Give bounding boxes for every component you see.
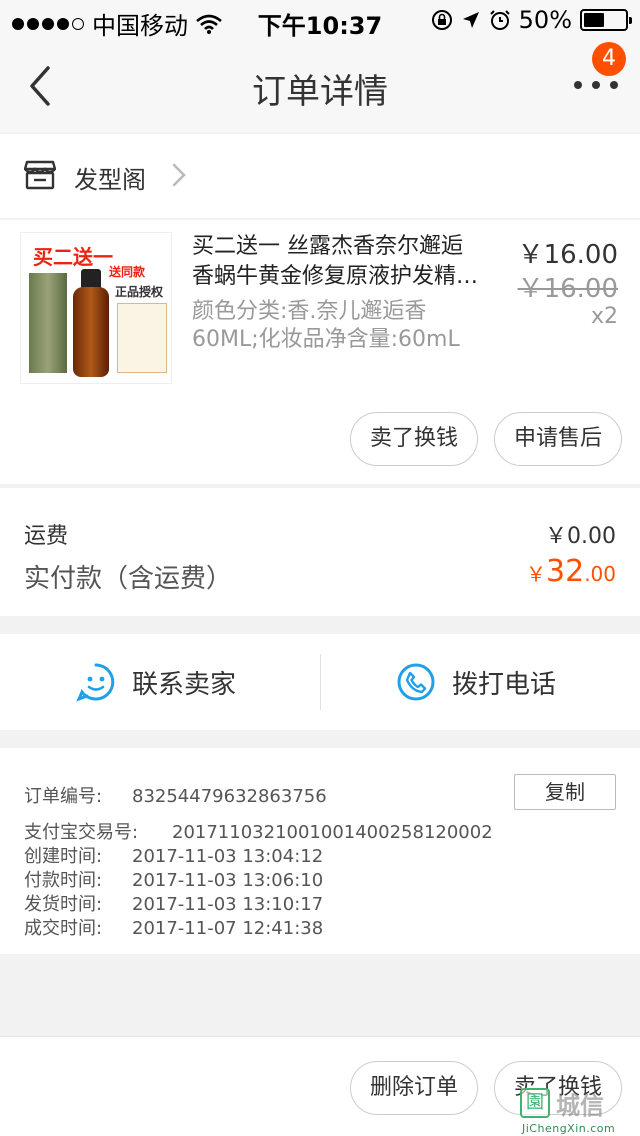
info-label: 付款时间: bbox=[24, 870, 103, 891]
call-label: 拨打电话 bbox=[452, 669, 557, 700]
phone-icon bbox=[397, 663, 435, 701]
product-original-price: ￥16.00 bbox=[517, 274, 618, 304]
delete-order-button[interactable]: 删除订单 bbox=[350, 1061, 478, 1115]
shop-name: 发型阁 bbox=[74, 166, 146, 194]
product-sku: 颜色分类:香.奈儿邂逅香 60ML;化妆品净含量:60mL bbox=[192, 298, 512, 354]
paid-time: 2017-11-03 13:06:10 bbox=[132, 870, 324, 891]
rotation-lock-icon bbox=[431, 10, 452, 30]
store-icon bbox=[24, 160, 56, 190]
call-button[interactable]: 拨打电话 bbox=[396, 634, 556, 730]
created-time-row: 创建时间: 2017-11-03 13:04:12 bbox=[24, 842, 323, 868]
sku-line: 60ML;化妆品净含量:60mL bbox=[192, 327, 460, 352]
shipping-label: 运费 bbox=[24, 524, 69, 549]
payment-summary: 运费 ￥0.00 实付款（含运费） ￥32.00 bbox=[0, 488, 640, 616]
total-currency: ￥ bbox=[526, 562, 546, 586]
alipay-trade-row: 支付宝交易号: 2017110321001001400258120002 bbox=[24, 818, 493, 844]
watermark: 園 城信 JiChengXin.com bbox=[520, 1084, 638, 1135]
resell-button[interactable]: 卖了换钱 bbox=[350, 412, 478, 466]
total-decimal: .00 bbox=[584, 562, 616, 586]
location-arrow-icon bbox=[462, 12, 479, 28]
copy-button[interactable]: 复制 bbox=[514, 774, 616, 810]
battery-percent: 50% bbox=[518, 6, 572, 34]
battery-level-fill bbox=[584, 13, 604, 27]
info-label: 发货时间: bbox=[24, 894, 103, 915]
created-time: 2017-11-03 13:04:12 bbox=[132, 846, 324, 867]
battery-icon bbox=[580, 9, 632, 31]
info-label: 订单编号: bbox=[24, 786, 103, 807]
product-box-image bbox=[29, 273, 67, 373]
status-right: 50% bbox=[431, 6, 632, 34]
more-dot-icon bbox=[574, 81, 582, 89]
info-label: 创建时间: bbox=[24, 846, 103, 867]
certificate-image bbox=[117, 303, 167, 373]
shipped-time-row: 发货时间: 2017-11-03 13:10:17 bbox=[24, 890, 323, 916]
contact-seller-label: 联系卖家 bbox=[132, 669, 237, 700]
paid-time-row: 付款时间: 2017-11-03 13:06:10 bbox=[24, 866, 323, 892]
chat-face-icon bbox=[76, 663, 115, 702]
order-number-row: 订单编号: 83254479632863756 bbox=[24, 782, 327, 808]
watermark-url: JiChengXin.com bbox=[522, 1122, 616, 1135]
contact-divider bbox=[320, 654, 321, 710]
navigation-bar: 订单详情 4 bbox=[0, 40, 640, 132]
sku-line: 颜色分类:香.奈儿邂逅香 bbox=[192, 299, 427, 324]
product-title-line: 香蜗牛黄金修复原液护发精… bbox=[192, 264, 479, 289]
product-quantity: x2 bbox=[590, 304, 618, 329]
chevron-right-icon bbox=[172, 163, 186, 187]
page-title: 订单详情 bbox=[252, 72, 388, 112]
contact-seller-button[interactable]: 联系卖家 bbox=[76, 634, 236, 730]
more-dot-icon bbox=[610, 81, 618, 89]
info-label: 成交时间: bbox=[24, 918, 103, 939]
watermark-logo: 園 bbox=[520, 1088, 550, 1118]
shipped-time: 2017-11-03 13:10:17 bbox=[132, 894, 324, 915]
product-title-line: 买二送一 丝露杰香奈尔邂逅 bbox=[192, 234, 463, 259]
product-price: ￥16.00 bbox=[517, 240, 618, 270]
after-sale-button[interactable]: 申请售后 bbox=[494, 412, 622, 466]
total-label: 实付款（含运费） bbox=[24, 564, 233, 594]
more-dot-icon bbox=[592, 81, 600, 89]
shipping-value: ￥0.00 bbox=[545, 524, 616, 549]
alarm-icon bbox=[489, 10, 510, 30]
thumbnail-subtext: 正品授权 bbox=[115, 285, 164, 299]
contact-bar: 联系卖家 拨打电话 bbox=[0, 634, 640, 730]
total-integer: 32 bbox=[546, 554, 585, 589]
thumbnail-promo-text: 买二送一 bbox=[33, 245, 113, 269]
product-bottle-image bbox=[73, 287, 109, 377]
thumbnail-subtext: 送同款 bbox=[109, 265, 146, 279]
watermark-text: 城信 bbox=[556, 1092, 604, 1120]
completed-time: 2017-11-07 12:41:38 bbox=[132, 918, 324, 939]
status-bar: 中国移动 下午10:37 50% bbox=[0, 0, 640, 40]
info-label: 支付宝交易号: bbox=[24, 822, 139, 843]
alipay-trade-number: 2017110321001001400258120002 bbox=[172, 822, 493, 843]
product-card: 买二送一 送同款 正品授权 买二送一 丝露杰香奈尔邂逅 香蜗牛黄金修复原液护发精… bbox=[0, 220, 640, 484]
order-number: 83254479632863756 bbox=[132, 786, 327, 807]
product-thumbnail[interactable]: 买二送一 送同款 正品授权 bbox=[20, 232, 172, 384]
completed-time-row: 成交时间: 2017-11-07 12:41:38 bbox=[24, 914, 323, 940]
product-title[interactable]: 买二送一 丝露杰香奈尔邂逅 香蜗牛黄金修复原液护发精… bbox=[192, 232, 512, 292]
notification-badge: 4 bbox=[592, 42, 626, 76]
order-info: 订单编号: 83254479632863756 复制 支付宝交易号: 2017110… bbox=[0, 748, 640, 954]
total-amount: ￥32.00 bbox=[526, 554, 616, 589]
shop-row[interactable]: 发型阁 bbox=[0, 134, 640, 218]
